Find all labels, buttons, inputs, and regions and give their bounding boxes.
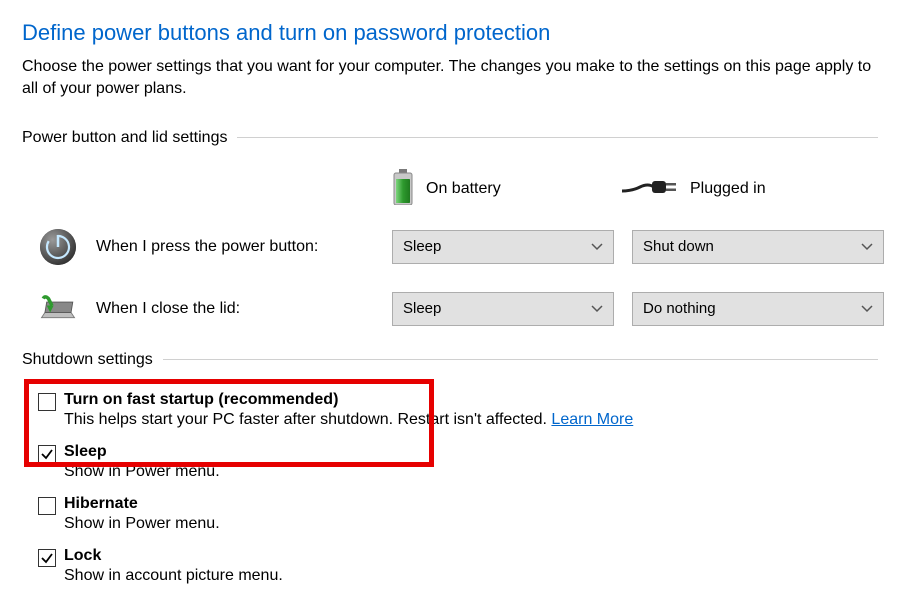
checkbox-fast-startup[interactable] bbox=[38, 393, 56, 411]
checkbox-sleep[interactable] bbox=[38, 445, 56, 463]
page-description: Choose the power settings that you want … bbox=[22, 56, 878, 101]
option-label: Lock bbox=[64, 547, 283, 565]
row-close-lid: When I close the lid: Sleep Do nothing bbox=[22, 289, 878, 329]
row-power-button: When I press the power button: Sleep Shu… bbox=[22, 227, 878, 267]
battery-icon bbox=[392, 169, 414, 209]
chevron-down-icon bbox=[861, 239, 873, 254]
option-fast-startup: Turn on fast startup (recommended) This … bbox=[38, 391, 878, 429]
section-title: Power button and lid settings bbox=[22, 129, 237, 147]
option-description: Show in Power menu. bbox=[64, 463, 220, 481]
divider bbox=[237, 137, 878, 138]
option-label: Turn on fast startup (recommended) bbox=[64, 391, 633, 409]
column-label-battery: On battery bbox=[426, 180, 501, 198]
dropdown-value: Shut down bbox=[643, 238, 714, 255]
dropdown-power-battery[interactable]: Sleep bbox=[392, 230, 614, 264]
column-header-plugged: Plugged in bbox=[622, 169, 878, 209]
option-label: Sleep bbox=[64, 443, 220, 461]
option-label: Hibernate bbox=[64, 495, 220, 513]
option-hibernate: Hibernate Show in Power menu. bbox=[38, 495, 878, 533]
page-title: Define power buttons and turn on passwor… bbox=[22, 20, 878, 46]
dropdown-value: Sleep bbox=[403, 300, 441, 317]
section-title: Shutdown settings bbox=[22, 351, 163, 369]
option-lock: Lock Show in account picture menu. bbox=[38, 547, 878, 585]
column-label-plugged: Plugged in bbox=[690, 180, 766, 198]
divider bbox=[163, 359, 878, 360]
dropdown-lid-battery[interactable]: Sleep bbox=[392, 292, 614, 326]
laptop-lid-icon bbox=[38, 289, 78, 329]
checkbox-lock[interactable] bbox=[38, 549, 56, 567]
chevron-down-icon bbox=[591, 239, 603, 254]
option-description: Show in Power menu. bbox=[64, 515, 220, 533]
checkbox-hibernate[interactable] bbox=[38, 497, 56, 515]
column-header-battery: On battery bbox=[392, 169, 622, 209]
row-label-power-button: When I press the power button: bbox=[96, 238, 392, 256]
column-headers: On battery Plugged in bbox=[22, 169, 878, 209]
chevron-down-icon bbox=[591, 301, 603, 316]
plug-icon bbox=[622, 173, 678, 205]
dropdown-value: Sleep bbox=[403, 238, 441, 255]
section-shutdown-settings: Shutdown settings bbox=[22, 351, 878, 369]
row-label-close-lid: When I close the lid: bbox=[96, 300, 392, 318]
dropdown-value: Do nothing bbox=[643, 300, 716, 317]
learn-more-link[interactable]: Learn More bbox=[551, 411, 633, 428]
dropdown-power-plugged[interactable]: Shut down bbox=[632, 230, 884, 264]
option-description: Show in account picture menu. bbox=[64, 567, 283, 585]
power-button-icon bbox=[38, 227, 78, 267]
option-description: This helps start your PC faster after sh… bbox=[64, 411, 633, 429]
section-power-button-lid: Power button and lid settings bbox=[22, 129, 878, 147]
dropdown-lid-plugged[interactable]: Do nothing bbox=[632, 292, 884, 326]
option-sleep: Sleep Show in Power menu. bbox=[38, 443, 878, 481]
chevron-down-icon bbox=[861, 301, 873, 316]
